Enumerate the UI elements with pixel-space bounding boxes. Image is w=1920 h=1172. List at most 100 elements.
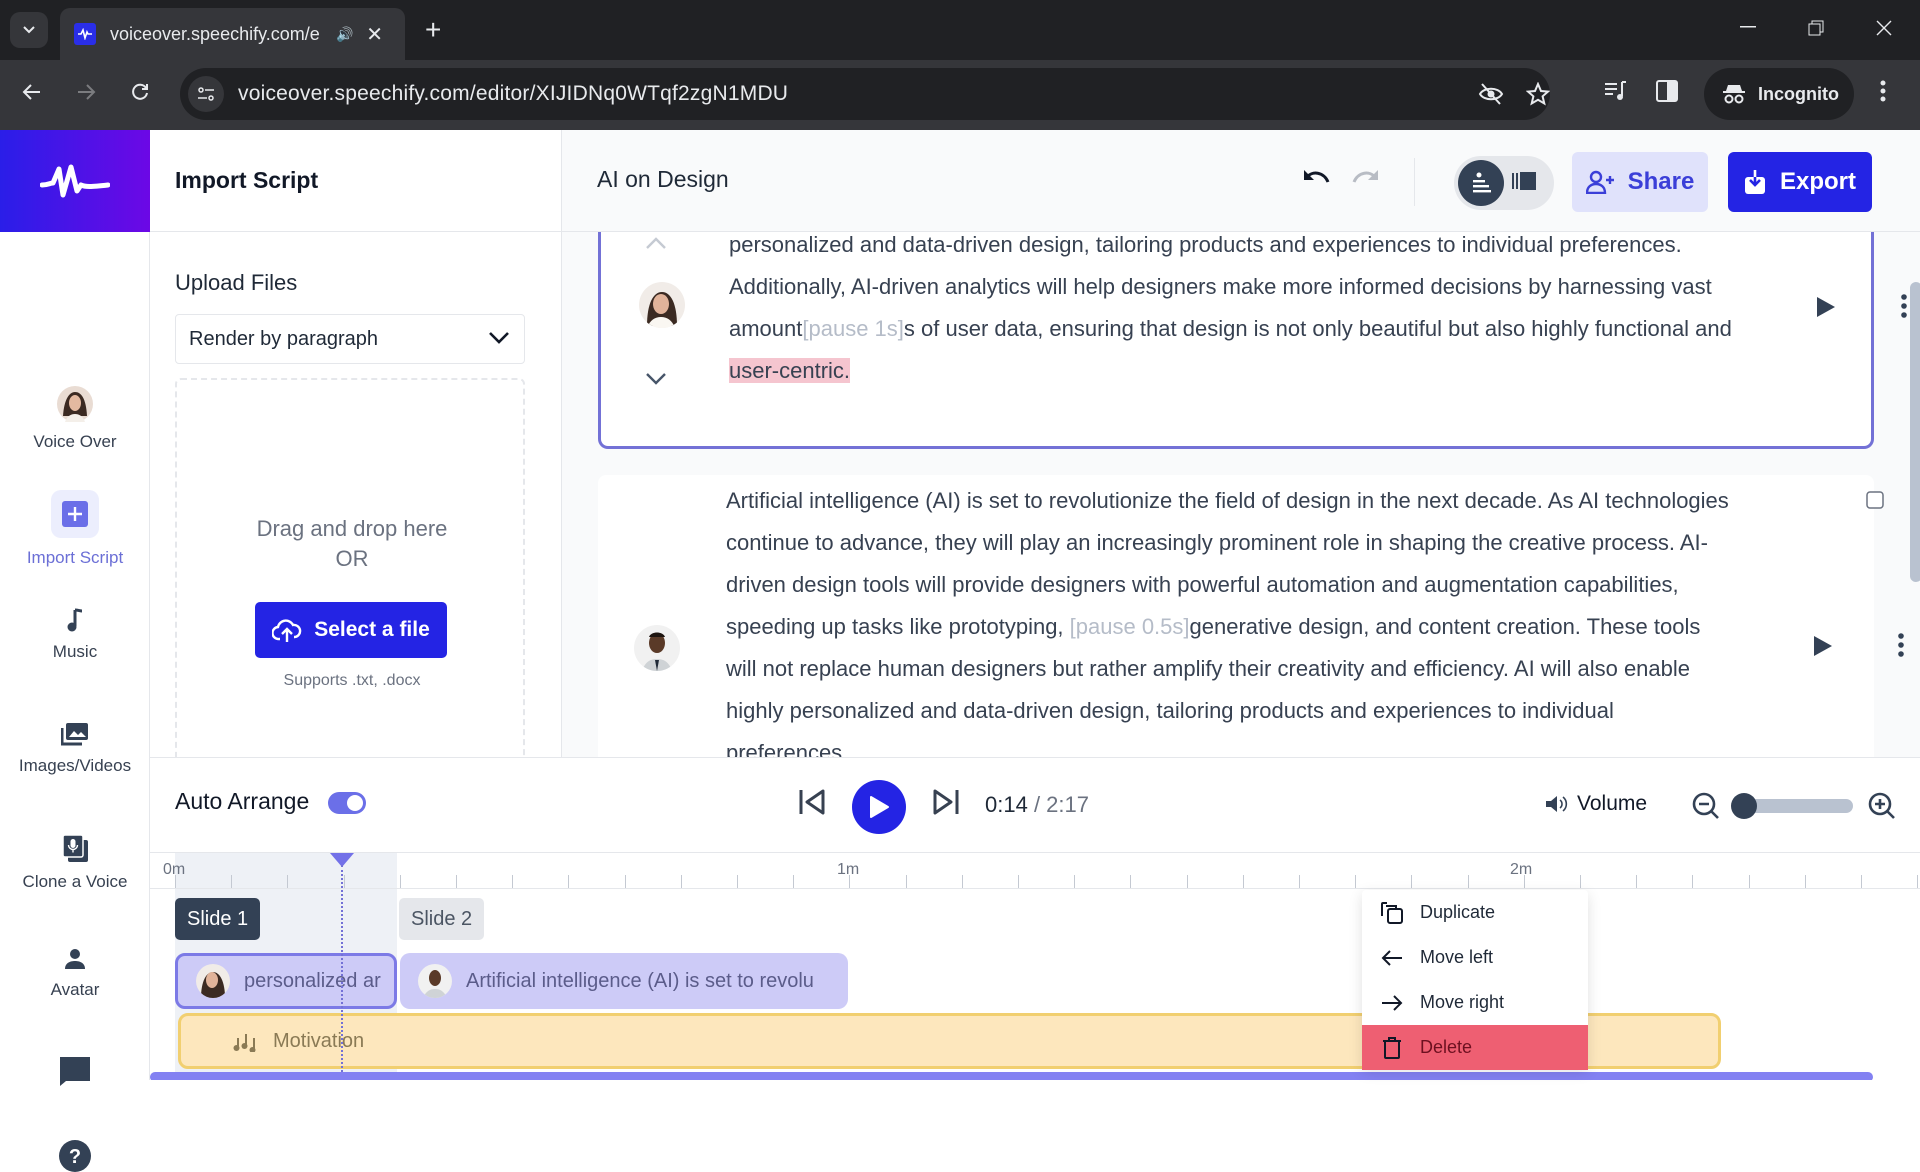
undo-button[interactable]: [1302, 168, 1330, 190]
menu-item-delete[interactable]: Delete: [1362, 1025, 1588, 1070]
timeline-scrollbar[interactable]: [150, 1072, 1873, 1080]
select-file-button[interactable]: Select a file: [255, 602, 447, 658]
sidebar-item-chat[interactable]: [0, 1056, 150, 1086]
timeline-zoom-slider[interactable]: [1731, 793, 1853, 819]
file-dropzone[interactable]: Drag and drop here OR Select a file Supp…: [175, 378, 525, 768]
sidebar-item-images-videos[interactable]: Images/Videos: [0, 722, 150, 776]
svg-text:?: ?: [69, 1146, 81, 1168]
music-label: Motivation: [273, 1029, 365, 1052]
voice-clip-1[interactable]: personalized ar: [175, 953, 397, 1009]
slide-1-chip[interactable]: Slide 1: [175, 898, 261, 940]
sidebar-item-avatar[interactable]: Avatar: [0, 948, 150, 1000]
browser-menu-icon[interactable]: [1880, 80, 1886, 102]
chevron-up-icon[interactable]: [645, 236, 667, 250]
pause-tag[interactable]: [pause 1s]: [802, 316, 904, 341]
script-text[interactable]: personalized and data-driven design, tai…: [729, 232, 1739, 392]
pause-tag[interactable]: [pause 0.5s]: [1070, 614, 1190, 639]
close-window-button[interactable]: [1876, 20, 1892, 36]
side-panel-icon[interactable]: [1656, 80, 1678, 102]
sidebar-item-music[interactable]: Music: [0, 608, 150, 662]
script-scrollbar[interactable]: [1910, 282, 1920, 582]
volume-button[interactable]: Volume: [1545, 792, 1647, 816]
reload-button[interactable]: [130, 82, 150, 102]
site-settings-icon[interactable]: [188, 76, 224, 112]
browser-tab[interactable]: voiceover.speechify.com/e 🔊 ✕: [60, 8, 405, 60]
script-view-button[interactable]: [1458, 160, 1504, 206]
voice-clip-2[interactable]: Artificial intelligence (AI) is set to r…: [400, 953, 848, 1009]
chevron-down-icon[interactable]: [645, 372, 667, 386]
project-title[interactable]: AI on Design: [597, 166, 729, 193]
render-mode-select[interactable]: Render by paragraph: [175, 314, 525, 364]
menu-item-duplicate[interactable]: Duplicate: [1362, 890, 1588, 935]
bookmark-star-icon[interactable]: [1526, 82, 1550, 106]
slider-thumb[interactable]: [1731, 793, 1757, 819]
more-options-icon[interactable]: [1901, 294, 1907, 318]
ruler-tick: [1748, 875, 1750, 888]
menu-item-label: Move left: [1420, 947, 1494, 967]
skip-forward-button[interactable]: [932, 788, 960, 816]
new-tab-button[interactable]: +: [425, 14, 441, 46]
incognito-icon: [1723, 85, 1745, 104]
slides-view-button[interactable]: [1512, 170, 1536, 192]
select-checkbox[interactable]: [1866, 491, 1884, 509]
sidebar-item-clone-voice[interactable]: Clone a Voice: [0, 834, 150, 892]
play-block-icon[interactable]: [1813, 635, 1833, 657]
ruler-label: 1m: [837, 861, 860, 878]
ruler-tick: [1692, 875, 1694, 888]
sidebar-item-import-script[interactable]: Import Script: [0, 490, 150, 568]
view-mode-toggle[interactable]: [1454, 156, 1554, 210]
forward-button[interactable]: [76, 82, 96, 102]
voice-avatar-female[interactable]: [639, 282, 685, 328]
script-block-selected[interactable]: personalized and data-driven design, tai…: [598, 232, 1907, 449]
export-button[interactable]: Export: [1728, 152, 1872, 212]
skip-previous-icon: [799, 789, 825, 815]
undo-icon: [1304, 170, 1330, 183]
speechify-logo[interactable]: [0, 130, 150, 232]
zoom-in-button[interactable]: [1868, 792, 1896, 820]
editor-header: AI on Design Share Export: [562, 130, 1920, 232]
arrow-left-icon: [1381, 949, 1402, 966]
tracking-protection-eye-off-icon[interactable]: [1478, 82, 1504, 106]
close-tab-icon[interactable]: ✕: [366, 22, 383, 47]
url-text[interactable]: voiceover.speechify.com/editor/XIJIDNq0W…: [238, 82, 788, 106]
menu-item-move-left[interactable]: Move left: [1362, 935, 1588, 980]
ruler-tick: [1580, 875, 1581, 888]
redo-button[interactable]: [1352, 168, 1380, 190]
minimize-button[interactable]: [1740, 26, 1756, 28]
zoom-in-icon: [1868, 792, 1895, 819]
voice-avatar-male[interactable]: [634, 625, 680, 671]
audio-playing-icon[interactable]: 🔊: [336, 26, 353, 43]
ruler-tick: [512, 875, 514, 888]
share-button[interactable]: Share: [1572, 152, 1708, 212]
skip-back-button[interactable]: [798, 788, 826, 816]
timeline[interactable]: 0m 1m 2m Slide 1 Slide 2 personalized ar…: [150, 853, 1920, 1080]
auto-arrange-toggle[interactable]: [328, 792, 366, 814]
script-text[interactable]: Artificial intelligence (AI) is set to r…: [726, 480, 1736, 757]
ruler-tick: [568, 875, 570, 888]
ruler-tick: [343, 875, 345, 888]
tab-search-button[interactable]: [10, 12, 48, 48]
ruler-tick: [624, 875, 626, 888]
slide-2-chip[interactable]: Slide 2: [399, 898, 485, 940]
timeline-ruler[interactable]: 0m 1m 2m: [150, 853, 1920, 889]
play-button[interactable]: [852, 780, 906, 834]
more-options-icon[interactable]: [1898, 633, 1904, 657]
media-controls-icon[interactable]: [1604, 80, 1628, 102]
menu-item-label: Delete: [1420, 1037, 1473, 1057]
script-block[interactable]: Artificial intelligence (AI) is set to r…: [598, 475, 1904, 757]
back-button[interactable]: [22, 82, 42, 102]
sidebar-item-label: Avatar: [50, 980, 100, 999]
ruler-tick: [1411, 875, 1413, 888]
incognito-indicator[interactable]: Incognito: [1704, 68, 1854, 120]
sidebar-item-help[interactable]: ?: [0, 1140, 150, 1172]
play-block-icon[interactable]: [1816, 296, 1836, 318]
plus-square-icon: [62, 501, 88, 527]
ruler-tick: [1018, 875, 1019, 888]
images-icon: [61, 723, 88, 746]
sidebar-item-voice-over[interactable]: Voice Over: [0, 386, 150, 452]
address-bar[interactable]: voiceover.speechify.com/editor/XIJIDNq0W…: [180, 68, 1550, 120]
restore-button[interactable]: [1808, 20, 1824, 36]
zoom-out-button[interactable]: [1692, 792, 1720, 820]
divider: [1414, 158, 1415, 206]
menu-item-move-right[interactable]: Move right: [1362, 980, 1588, 1025]
